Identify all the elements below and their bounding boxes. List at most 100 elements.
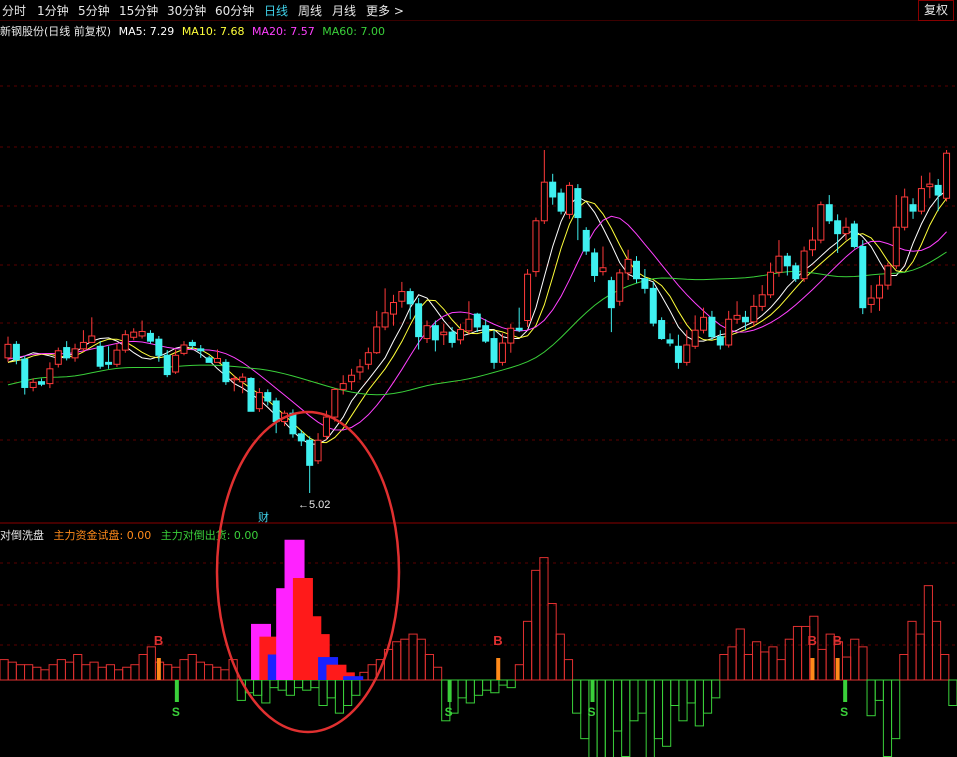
candle-up bbox=[616, 272, 624, 302]
candle-down bbox=[163, 354, 171, 376]
indicator-bar bbox=[743, 654, 754, 681]
candle-up bbox=[398, 291, 406, 302]
indicator-bar bbox=[195, 661, 205, 681]
indicator-bar bbox=[572, 679, 582, 714]
candle-up bbox=[46, 368, 54, 385]
candle-down bbox=[473, 313, 481, 328]
candle-down bbox=[155, 338, 163, 356]
indicator-bar bbox=[293, 679, 304, 689]
candle-up bbox=[255, 392, 263, 410]
candle-down bbox=[247, 377, 255, 412]
candle-up bbox=[457, 329, 465, 341]
candle-up bbox=[901, 196, 909, 228]
candle-up bbox=[4, 343, 12, 359]
candle-down bbox=[549, 181, 557, 198]
indicator-bar bbox=[187, 654, 197, 681]
sell-signal-bar bbox=[174, 680, 179, 702]
indicator-bar bbox=[940, 654, 950, 681]
buy-signal-label: B bbox=[833, 633, 842, 648]
candle-down bbox=[792, 265, 800, 280]
indicator-bar bbox=[343, 679, 353, 706]
indicator-bar bbox=[73, 654, 83, 681]
candle-down bbox=[306, 439, 314, 466]
indicator-bar bbox=[40, 669, 50, 681]
indicator-bar bbox=[318, 679, 328, 706]
candle-up bbox=[750, 305, 758, 323]
candle-down bbox=[909, 204, 917, 212]
sell-signal-label: S bbox=[588, 705, 596, 719]
indicator-bar bbox=[334, 679, 345, 714]
indicator-bar bbox=[792, 625, 803, 681]
indicator-bar bbox=[105, 664, 116, 681]
candle-down bbox=[105, 361, 113, 365]
candle-down bbox=[582, 229, 590, 252]
candle-up bbox=[356, 366, 364, 373]
sell-signal-label: S bbox=[445, 705, 453, 719]
indicator-bar bbox=[662, 679, 672, 747]
indicator-bar bbox=[15, 664, 26, 681]
indicator-bar bbox=[465, 679, 475, 704]
indicator-bar bbox=[678, 679, 688, 722]
candle-down bbox=[222, 361, 230, 383]
indicator-bar bbox=[171, 666, 181, 681]
candle-up bbox=[423, 325, 431, 340]
candle-down bbox=[825, 204, 833, 222]
candle-up bbox=[138, 330, 146, 337]
indicator-bar bbox=[482, 679, 492, 691]
buy-signal-bar bbox=[156, 658, 161, 680]
candle-up bbox=[507, 327, 515, 344]
candle-down bbox=[482, 325, 490, 342]
candle-up bbox=[79, 341, 87, 350]
candle-up bbox=[348, 374, 356, 383]
candle-down bbox=[674, 345, 682, 363]
candle-down bbox=[666, 339, 674, 344]
indicator-bar bbox=[506, 679, 516, 689]
candle-up bbox=[440, 331, 448, 336]
candle-down bbox=[38, 381, 46, 385]
indicator-bar bbox=[498, 679, 508, 686]
indicator-bar bbox=[122, 666, 132, 681]
candle-down bbox=[741, 316, 749, 323]
candle-down bbox=[297, 433, 305, 442]
candle-up bbox=[130, 331, 138, 338]
candle-up bbox=[700, 316, 708, 331]
candle-down bbox=[12, 343, 20, 361]
candle-up bbox=[733, 314, 741, 320]
indicator-bar bbox=[752, 641, 762, 681]
candle-up bbox=[524, 273, 532, 322]
indicator-bar bbox=[32, 666, 42, 681]
candle-up bbox=[389, 302, 397, 315]
candle-up bbox=[624, 258, 632, 274]
event-marker[interactable]: 财 bbox=[258, 510, 269, 524]
candle-down bbox=[591, 252, 599, 276]
candle-down bbox=[264, 392, 272, 402]
candle-up bbox=[725, 318, 733, 346]
indicator-bar bbox=[433, 666, 443, 681]
indicator-bar bbox=[179, 659, 189, 681]
candle-down bbox=[859, 246, 867, 309]
candle-up bbox=[917, 188, 925, 212]
buy-signal-label: B bbox=[807, 633, 816, 648]
indicator-bar bbox=[212, 666, 222, 681]
indicator-bar bbox=[253, 679, 263, 696]
indicator-bar bbox=[490, 679, 500, 694]
indicator-bar bbox=[621, 679, 631, 757]
candle-down bbox=[934, 184, 942, 196]
buy-signal-bar bbox=[835, 658, 840, 680]
candle-up bbox=[926, 183, 934, 188]
indicator-bar bbox=[915, 633, 925, 681]
candle-up bbox=[373, 326, 381, 354]
indicator-bar bbox=[146, 646, 156, 681]
indicator-bar bbox=[874, 679, 884, 701]
indicator-bar bbox=[351, 679, 361, 696]
indicator-bar bbox=[277, 679, 287, 691]
kline-chart[interactable]: BBBBBSSSSS ←5.02 财 bbox=[0, 0, 957, 757]
candle-down bbox=[658, 320, 666, 340]
candle-down bbox=[63, 347, 71, 359]
indicator-bar bbox=[408, 633, 418, 681]
candle-down bbox=[448, 331, 456, 343]
candle-down bbox=[850, 223, 858, 248]
indicator-bar bbox=[97, 666, 107, 681]
candle-down bbox=[708, 316, 716, 338]
candle-down bbox=[21, 358, 29, 388]
